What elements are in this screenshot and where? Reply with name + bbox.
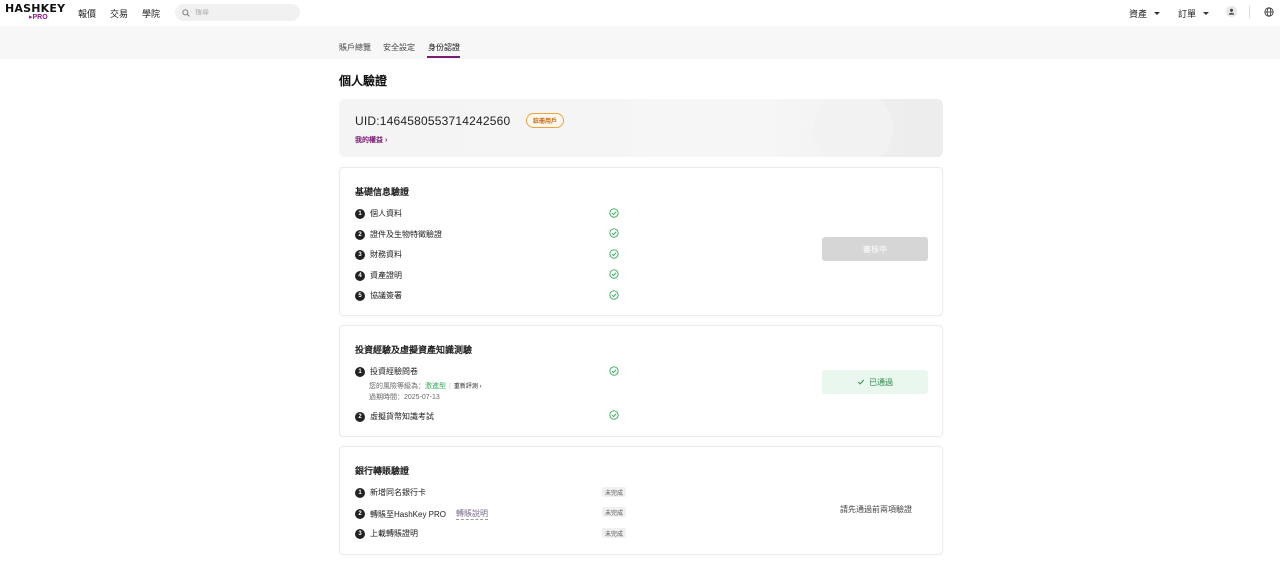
top-navigation: HASHKEY ▸PRO 報價 交易 學院 資產 訂單 [0,0,1280,25]
section-title: 投資經驗及虛擬資產知識測驗 [355,345,473,355]
page-title: 個人驗證 [339,74,388,88]
step-transfer-to-hashkey: 2 轉賬至HashKey PRO 轉賬說明 [355,508,489,520]
step-agreement-signing: 5 協議簽署 [355,290,402,301]
check-circle-icon [609,290,619,300]
orders-label: 訂單 [1178,9,1197,19]
passed-label: 已通過 [869,377,893,387]
step-add-bank-card: 1 新增同名銀行卡 [355,487,426,498]
risk-level-note: 您的風險等級為：激進型 | 重新評測 › [369,381,482,391]
step-number: 1 [355,487,365,498]
step-label: 個人資料 [370,209,402,218]
assets-menu[interactable]: 資產 [1129,7,1161,20]
check-circle-icon [609,208,619,218]
tab-account-overview[interactable]: 賬戶總覽 [339,42,371,53]
separator: | [449,383,451,390]
hashkey-pro-logo[interactable]: HASHKEY ▸PRO [5,2,66,23]
active-tab-indicator [427,56,460,58]
risk-prefix: 您的風險等級為： [369,383,425,390]
uid-card: UID:1464580553714242560 註冊用戶 我的權益 › [339,99,943,157]
step-label: 上載轉賬證明 [370,529,418,538]
check-circle-icon [609,269,619,279]
section-title: 銀行轉賬驗證 [355,466,410,476]
chevron-down-icon [1154,12,1161,15]
check-circle-icon [609,249,619,259]
user-icon [1228,8,1235,15]
prerequisite-note: 請先通過前兩項驗證 [840,505,912,514]
step-label: 財務資料 [370,250,402,259]
step-number: 2 [355,411,365,422]
search-icon [182,8,190,17]
search-box[interactable] [175,4,300,21]
check-circle-icon [609,228,619,238]
checkmark-icon [857,379,865,385]
step-label: 虛擬貨幣知識考試 [370,412,434,421]
step-investment-questionnaire: 1 投資經驗問卷 [355,366,418,377]
step-label: 協議簽署 [370,291,402,300]
section-title: 基礎信息驗證 [355,187,410,197]
under-review-button: 審核中 [822,237,928,261]
search-input[interactable] [195,9,290,16]
decorative-circle [813,99,893,157]
assets-label: 資產 [1129,9,1148,19]
nav-academy[interactable]: 學院 [142,7,160,20]
passed-status: 已通過 [822,370,928,394]
globe-icon[interactable] [1264,7,1274,17]
logo-sub-text: ▸PRO [29,14,48,21]
incomplete-tag: 未完成 [602,487,627,497]
step-label: 證件及生物特徵驗證 [370,230,442,239]
investment-knowledge-section: 投資經驗及虛擬資產知識測驗 1 投資經驗問卷 您的風險等級為：激進型 | 重新評測 ›… [339,325,943,437]
step-personal-info: 1 個人資料 [355,208,402,219]
user-level-badge: 註冊用戶 [526,113,565,128]
retest-link[interactable]: 重新評測 › [454,384,482,390]
step-number: 4 [355,270,365,281]
step-number: 2 [355,509,365,519]
bank-transfer-section: 銀行轉賬驗證 1 新增同名銀行卡 未完成 2 轉賬至HashKey PRO 轉賬說明 … [339,446,943,555]
avatar[interactable] [1226,6,1237,17]
risk-level: 激進型 [425,383,446,390]
step-crypto-knowledge-exam: 2 虛擬貨幣知識考試 [355,411,434,422]
step-number: 5 [355,290,365,301]
step-upload-transfer-proof: 3 上載轉賬證明 [355,528,418,539]
step-label: 投資經驗問卷 [370,367,418,376]
nav-quotes[interactable]: 報價 [78,7,96,20]
tab-identity-verification[interactable]: 身份認證 [428,42,460,53]
check-circle-icon [609,366,619,376]
account-tabs: 賬戶總覽 安全設定 身份認證 [0,26,1280,59]
orders-menu[interactable]: 訂單 [1178,7,1210,20]
incomplete-tag: 未完成 [602,528,627,538]
my-benefits-link[interactable]: 我的權益 › [355,135,387,145]
nav-trade[interactable]: 交易 [110,7,128,20]
step-number: 2 [355,229,365,240]
check-circle-icon [609,410,619,420]
logo-text: HASHKEY [5,2,66,15]
step-proof-of-assets: 4 資產證明 [355,270,402,281]
uid-text: UID:1464580553714242560 [355,114,511,128]
incomplete-tag: 未完成 [602,507,627,517]
divider [1249,6,1250,18]
step-number: 3 [355,528,365,539]
step-number: 1 [355,208,365,219]
step-label: 轉賬至HashKey PRO [370,509,447,519]
step-financial-info: 3 財務資料 [355,249,402,260]
basic-info-section: 基礎信息驗證 1 個人資料 2 證件及生物特徵驗證 3 財務資料 4 資產證明 5 協議簽… [339,167,943,316]
chevron-down-icon [1203,12,1210,15]
step-number: 1 [355,366,365,377]
step-label: 資產證明 [370,271,402,280]
expiry-note: 過期時間：2025-07-13 [369,394,440,401]
step-label: 新增同名銀行卡 [370,488,426,497]
transfer-instructions-link[interactable]: 轉賬說明 [456,508,489,520]
step-id-biometric: 2 證件及生物特徵驗證 [355,229,442,240]
step-number: 3 [355,249,365,260]
tab-security-settings[interactable]: 安全設定 [383,42,415,53]
